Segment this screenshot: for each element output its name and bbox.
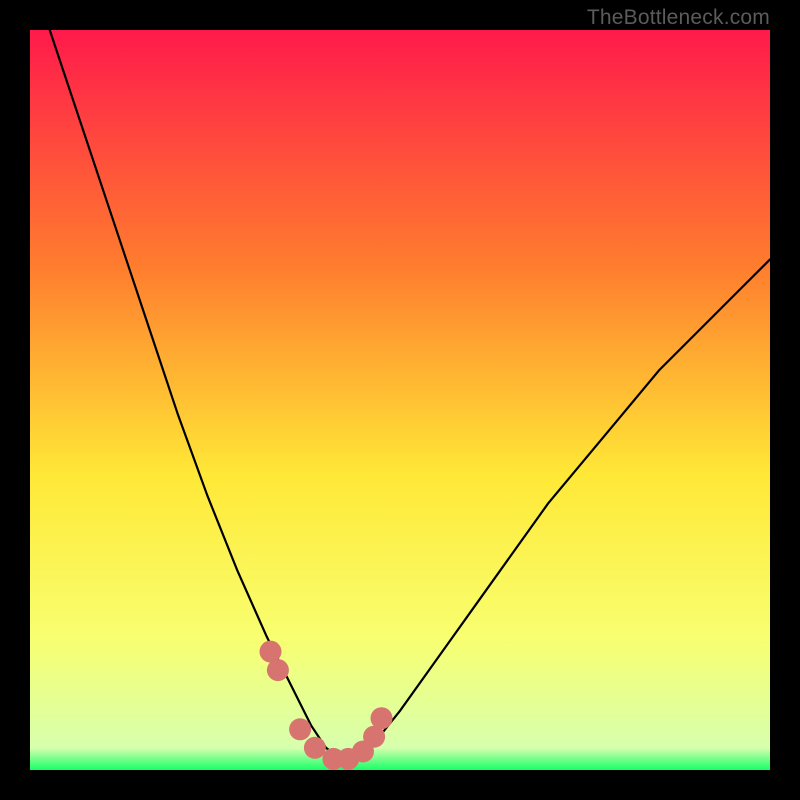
marker-point	[371, 707, 393, 729]
chart-frame: TheBottleneck.com	[0, 0, 800, 800]
highlight-markers	[260, 641, 393, 770]
marker-point	[267, 659, 289, 681]
plot-area	[30, 30, 770, 770]
bottleneck-curve	[30, 30, 770, 759]
curve-layer	[30, 30, 770, 770]
marker-point	[304, 737, 326, 759]
marker-point	[289, 718, 311, 740]
watermark-text: TheBottleneck.com	[587, 6, 770, 30]
